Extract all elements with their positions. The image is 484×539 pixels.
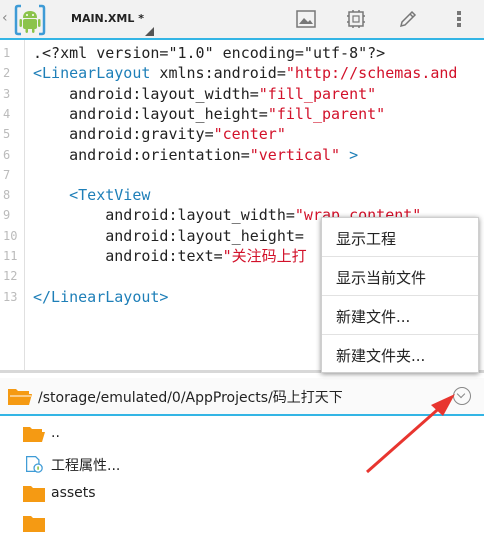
list-item-label: assets [51,485,96,501]
line-number: 2 [3,66,11,81]
menu-item-new-folder[interactable]: 新建文件夹... [322,335,478,374]
line-number: 1 [3,46,11,60]
line-number: 9 [3,208,11,223]
code-token: > [340,145,359,164]
code-token: "关注码上打 [222,247,307,265]
list-item-project-properties[interactable]: 工程属性... [0,449,484,479]
code-token: android:layout_width= [33,84,259,103]
folder-open-icon [8,389,32,405]
code-token: <LinearLayout [33,64,151,83]
list-item-parent[interactable]: .. [0,419,484,449]
code-line[interactable]: 1 .<?xml version="1.0" encoding="utf-8"?> [0,43,484,63]
file-browser-list: .. 工程属性... assets [0,416,484,532]
code-line[interactable]: 8 <TextView [0,185,484,205]
code-text: android:orientation="vertical" > [33,145,358,165]
pencil-icon[interactable] [397,8,419,30]
menu-item-new-file[interactable]: 新建文件... [322,296,478,335]
code-line[interactable]: 7 [0,165,484,185]
code-token: </LinearLayout> [33,287,169,306]
code-text: android:layout_height= [33,226,304,246]
overflow-menu-icon[interactable] [448,8,470,30]
menu-item-label: 显示工程 [336,230,397,248]
code-text: .<?xml version="1.0" encoding="utf-8"?> [33,43,385,63]
line-number: 7 [3,167,11,182]
editor-toolbar: ‹ MAIN.XML * [0,0,484,40]
code-token: android:text= [33,247,223,265]
line-number: 4 [3,106,11,121]
project-properties-icon [26,456,43,473]
menu-item-label: 新建文件夹... [336,347,426,365]
code-token: android:gravity= [33,125,214,144]
folder-icon [23,516,45,532]
code-token: xmlns:android= [150,64,286,83]
line-number: 11 [3,249,18,263]
code-token: <TextView [33,186,151,205]
code-text: <LinearLayout xmlns:android="http://sche… [33,63,457,83]
list-item-label: .. [51,425,60,441]
line-number: 8 [3,188,11,203]
code-line[interactable]: 3 android:layout_width="fill_parent" [0,84,484,104]
path-dropdown-button[interactable] [453,387,471,405]
code-line[interactable]: 6 android:orientation="vertical" > [0,145,484,165]
code-token: "fill_parent" [258,84,377,103]
code-text: android:gravity="center" [33,124,286,144]
code-text: <TextView [33,185,150,205]
line-number: 5 [3,127,11,142]
path-bar: /storage/emulated/0/AppProjects/码上打天下 [0,378,484,416]
code-token: "fill_parent" [267,104,386,123]
code-line[interactable]: 4 android:layout_height="fill_parent" [0,104,484,124]
list-item-assets[interactable]: assets [0,479,484,509]
context-menu: 显示工程 显示当前文件 新建文件... 新建文件夹... [321,217,479,373]
code-token: android:layout_width= [33,206,295,225]
code-text: android:layout_height="fill_parent" [33,104,385,124]
image-icon[interactable] [295,8,317,30]
current-path: /storage/emulated/0/AppProjects/码上打天下 [38,390,343,406]
code-token: "vertical" [249,145,341,164]
tab-dropdown-corner-icon[interactable] [145,27,154,36]
menu-item-label: 显示当前文件 [336,269,427,287]
menu-item-label: 新建文件... [336,308,411,326]
code-token: android:layout_height= [33,104,268,123]
list-item-partial[interactable] [0,509,484,539]
code-token: "center" [213,125,286,144]
code-token: android:orientation= [33,145,250,164]
menu-item-show-project[interactable]: 显示工程 [322,218,478,257]
menu-item-show-current-file[interactable]: 显示当前文件 [322,257,478,296]
code-text: android:layout_width="fill_parent" [33,84,376,104]
folder-open-icon [23,427,45,442]
folder-icon [23,486,45,502]
code-text: android:text="关注码上打 [33,246,307,266]
line-number: 6 [3,147,11,162]
line-number: 13 [3,289,18,304]
code-token: android:layout_height= [33,226,304,245]
code-token: "http://schemas.and [285,64,458,83]
line-number: 3 [3,86,11,101]
list-item-label: 工程属性... [51,458,121,474]
back-chevron-icon[interactable]: ‹ [2,10,8,26]
file-tab-label[interactable]: MAIN.XML * [71,12,144,25]
debug-icon[interactable] [345,8,367,30]
android-logo-icon[interactable] [13,4,47,36]
code-line[interactable]: 2 <LinearLayout xmlns:android="http://sch… [0,63,484,83]
code-token: .<?xml version="1.0" encoding="utf-8"?> [33,44,386,62]
line-number: 10 [3,228,18,243]
line-number: 12 [3,269,18,284]
code-text: </LinearLayout> [33,287,168,307]
code-line[interactable]: 5 android:gravity="center" [0,124,484,144]
